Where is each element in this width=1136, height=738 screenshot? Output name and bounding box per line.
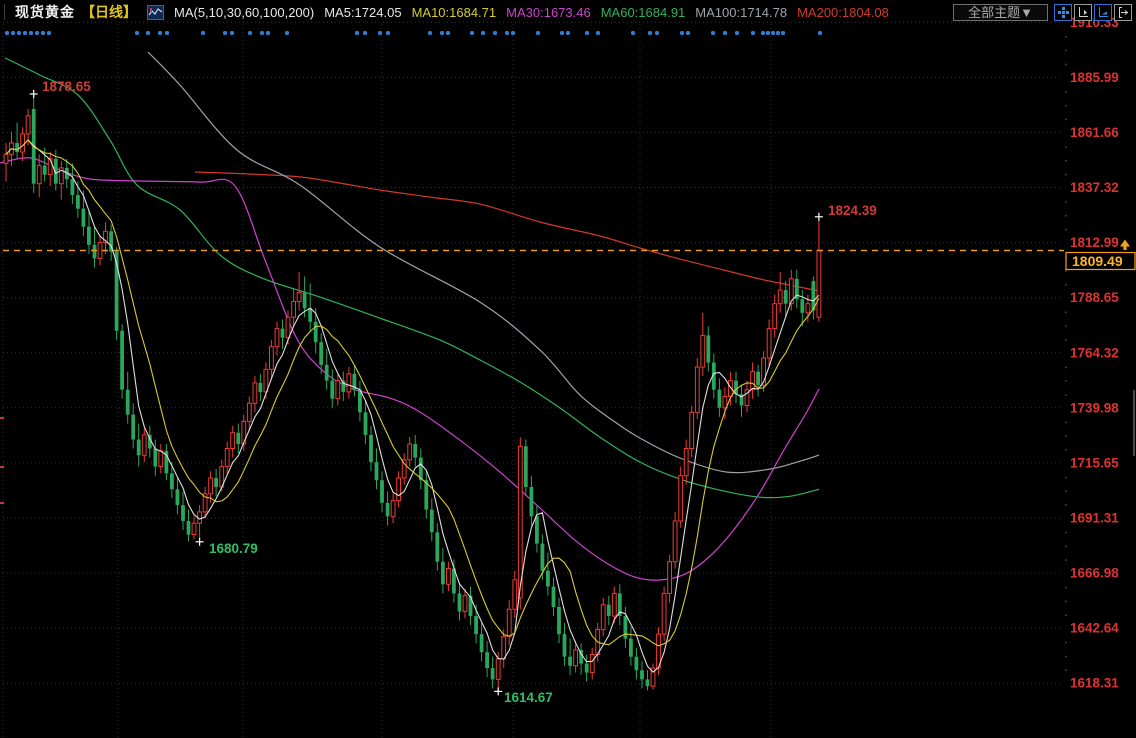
axis-scale-icon[interactable]: [1074, 4, 1092, 21]
ma30-value: MA30:1673.46: [506, 5, 591, 20]
ma100-value: MA100:1714.78: [695, 5, 787, 20]
candlestick-mini-icon: [147, 5, 164, 20]
svg-text:1878.65: 1878.65: [42, 79, 91, 94]
ma60-value: MA60:1684.91: [601, 5, 686, 20]
exit-right-icon[interactable]: [1114, 4, 1132, 21]
ma200-value: MA200:1804.08: [797, 5, 889, 20]
toolbar: 现货黄金 【日线】 MA(5,10,30,60,100,200) MA5:172…: [0, 0, 1136, 24]
ma-settings-label: MA(5,10,30,60,100,200): [174, 5, 314, 20]
svg-text:1824.39: 1824.39: [828, 203, 877, 218]
svg-text:1680.79: 1680.79: [209, 541, 258, 556]
ma10-value: MA10:1684.71: [412, 5, 497, 20]
period-label: 【日线】: [81, 2, 137, 22]
trading-chart-window: 1910.331885.991861.661837.321812.991788.…: [0, 0, 1136, 738]
auto-scale-icon[interactable]: [1094, 4, 1112, 21]
symbol-name: 现货黄金: [15, 2, 75, 22]
move-grid-icon[interactable]: [1054, 4, 1072, 21]
ma5-value: MA5:1724.05: [324, 5, 401, 20]
toolbar-right-group: 全部主题▼: [953, 4, 1134, 21]
toolbar-divider: [4, 4, 5, 20]
price-axis[interactable]: [1064, 24, 1136, 738]
svg-text:1614.67: 1614.67: [504, 690, 553, 705]
all-themes-dropdown[interactable]: 全部主题▼: [953, 4, 1048, 21]
